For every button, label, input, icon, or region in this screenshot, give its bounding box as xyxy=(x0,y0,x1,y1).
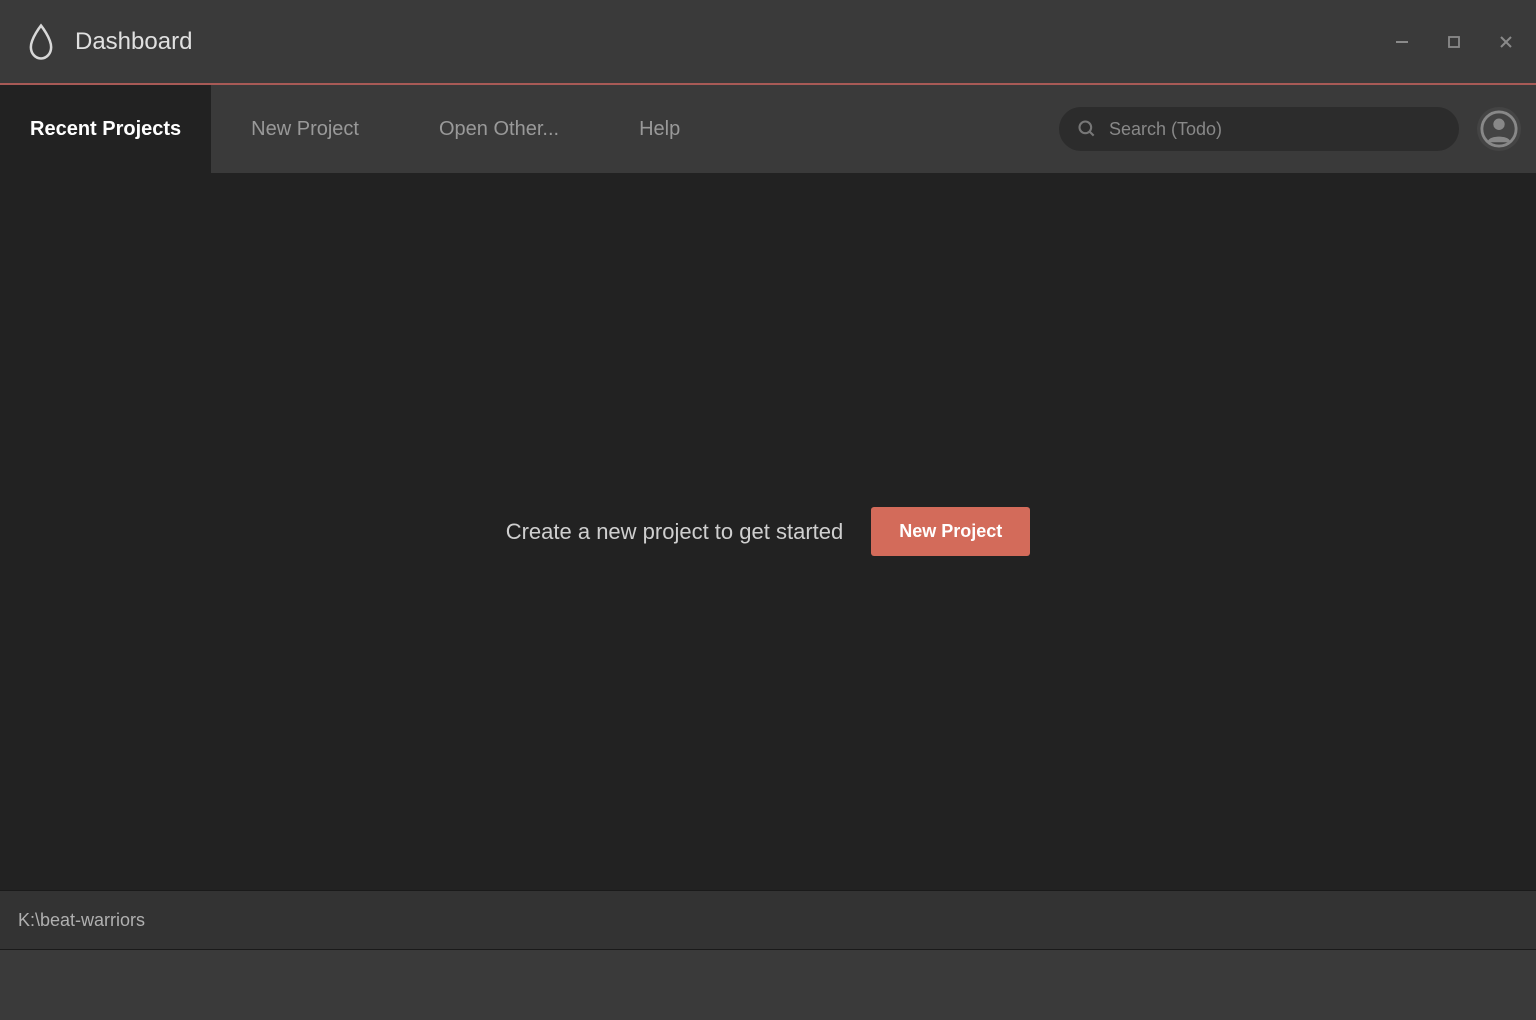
bottombar xyxy=(0,950,1536,1020)
logo-title-group: Dashboard xyxy=(25,23,192,61)
new-project-button[interactable]: New Project xyxy=(871,507,1030,556)
avatar[interactable] xyxy=(1477,107,1521,151)
search-avatar-group xyxy=(1059,85,1536,173)
close-button[interactable] xyxy=(1496,32,1516,52)
app-title: Dashboard xyxy=(75,28,192,56)
minimize-button[interactable] xyxy=(1392,32,1412,52)
tabbar: Recent Projects New Project Open Other..… xyxy=(0,85,1536,173)
pathbar[interactable]: K:\beat-warriors xyxy=(0,890,1536,950)
tab-help[interactable]: Help xyxy=(599,85,720,173)
tab-label: Open Other... xyxy=(439,118,559,141)
search-icon xyxy=(1077,119,1097,139)
tab-recent-projects[interactable]: Recent Projects xyxy=(0,85,211,173)
tab-label: Help xyxy=(639,118,680,141)
search-box[interactable] xyxy=(1059,107,1459,151)
path-text: K:\beat-warriors xyxy=(18,910,145,931)
app-logo-icon xyxy=(25,23,57,61)
user-icon xyxy=(1480,110,1518,148)
search-input[interactable] xyxy=(1109,119,1441,140)
main-content: Create a new project to get started New … xyxy=(0,173,1536,890)
tab-open-other[interactable]: Open Other... xyxy=(399,85,599,173)
tab-label: New Project xyxy=(251,118,359,141)
maximize-button[interactable] xyxy=(1444,32,1464,52)
tab-label: Recent Projects xyxy=(30,118,181,141)
tab-new-project[interactable]: New Project xyxy=(211,85,399,173)
window-controls xyxy=(1392,0,1516,83)
empty-state-message: Create a new project to get started xyxy=(506,519,844,545)
titlebar: Dashboard xyxy=(0,0,1536,85)
